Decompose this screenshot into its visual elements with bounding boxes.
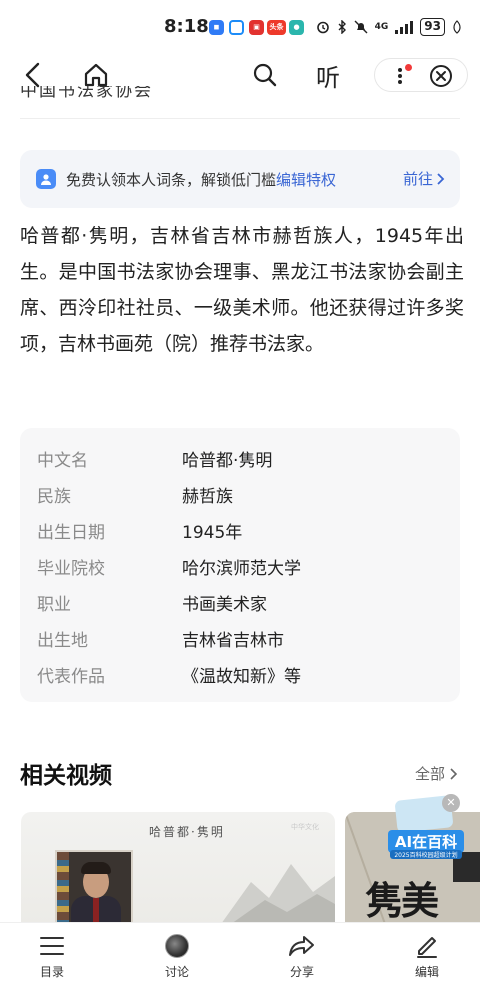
listen-button[interactable]: 听 xyxy=(309,56,347,94)
bluetooth-icon xyxy=(338,20,346,34)
video-thumbnail-portrait xyxy=(55,850,133,924)
status-indicators: 4G 93 xyxy=(316,18,462,36)
related-videos-title: 相关视频 xyxy=(20,763,112,789)
app-notification-icon: ◼ xyxy=(209,20,224,35)
info-key: 代表作品 xyxy=(37,667,105,687)
info-value: 哈普都·隽明 xyxy=(182,451,273,471)
info-key: 毕业院校 xyxy=(37,559,105,579)
info-key: 出生日期 xyxy=(37,523,105,543)
capsule-menu xyxy=(374,58,468,92)
alarm-icon xyxy=(316,21,329,34)
info-value: 《温故知新》等 xyxy=(182,667,301,687)
claim-entry-banner[interactable]: 免费认领本人词条，解锁低门槛 编辑特权 前往 xyxy=(20,150,460,208)
share-label: 分享 xyxy=(289,965,314,979)
info-key: 中文名 xyxy=(37,451,88,471)
home-icon xyxy=(84,63,108,87)
discussion-label: 讨论 xyxy=(164,965,189,979)
discussion-button[interactable]: 讨论 xyxy=(137,931,217,980)
ink-mountain-decoration xyxy=(221,864,335,924)
more-menu-button[interactable] xyxy=(389,64,412,88)
ai-baike-promo[interactable]: ✕ AI在百科 2025百科校园超级计划 xyxy=(388,794,464,866)
battery-indicator: 93 xyxy=(420,18,445,36)
info-value: 书画美术家 xyxy=(182,595,267,615)
video-caption: 隽美 xyxy=(365,878,439,923)
mute-icon xyxy=(354,20,368,34)
banner-go-link[interactable]: 前往 xyxy=(403,168,446,189)
video-watermark: 中华文化 xyxy=(291,823,319,831)
status-time: 8:18 xyxy=(164,16,209,37)
network-type: 4G xyxy=(374,22,389,32)
info-value: 赫哲族 xyxy=(182,487,233,507)
menu-icon xyxy=(40,937,64,955)
avatar-icon xyxy=(165,934,189,958)
signal-icon xyxy=(395,21,414,34)
back-arrow-icon xyxy=(25,62,40,88)
close-circle-icon xyxy=(430,65,452,87)
info-row: 出生地 吉林省吉林市 xyxy=(20,620,460,656)
share-icon xyxy=(289,936,314,956)
listen-label: 听 xyxy=(316,63,340,92)
info-key: 职业 xyxy=(37,595,71,615)
all-label: 全部 xyxy=(414,765,445,783)
info-row: 中文名 哈普都·隽明 xyxy=(20,440,460,476)
chevron-right-icon xyxy=(450,767,458,780)
app-notification-icon: ▣ xyxy=(249,20,264,35)
summary-paragraph: 哈普都·隽明，吉林省吉林市赫哲族人，1945年出生。是中国书法家协会理事、黑龙江… xyxy=(20,225,464,355)
info-value: 吉林省吉林市 xyxy=(182,631,284,651)
person-icon xyxy=(36,169,56,189)
search-icon xyxy=(253,63,277,87)
app-notification-icon: ● xyxy=(289,20,304,35)
bottom-toolbar: 目录 讨论 分享 编辑 xyxy=(0,922,480,990)
info-key: 出生地 xyxy=(37,631,88,651)
toc-label: 目录 xyxy=(39,965,64,979)
promo-close-icon[interactable]: ✕ xyxy=(442,794,460,812)
info-value: 1945年 xyxy=(182,523,243,543)
related-videos-all-link[interactable]: 全部 xyxy=(415,763,458,784)
info-row: 毕业院校 哈尔滨师范大学 xyxy=(20,548,460,584)
info-row: 代表作品 《温故知新》等 xyxy=(20,656,460,692)
banner-go-label: 前往 xyxy=(402,170,433,188)
banner-text: 免费认领本人词条，解锁低门槛 xyxy=(66,170,277,189)
basic-info-box: 中文名 哈普都·隽明 民族 赫哲族 出生日期 1945年 毕业院校 哈尔滨师范大学 职业… xyxy=(20,428,460,702)
share-button[interactable]: 分享 xyxy=(262,931,342,980)
info-row: 民族 赫哲族 xyxy=(20,476,460,512)
info-row: 职业 书画美术家 xyxy=(20,584,460,620)
toutiao-icon: 头条 xyxy=(267,20,286,35)
promo-sublabel: 2025百科校园超级计划 xyxy=(390,850,462,859)
edit-label: 编辑 xyxy=(414,965,439,979)
notification-dot xyxy=(405,64,412,71)
close-button[interactable] xyxy=(429,64,455,88)
edit-button[interactable]: 编辑 xyxy=(387,931,467,980)
leaf-icon xyxy=(453,20,461,34)
info-row: 出生日期 1945年 xyxy=(20,512,460,548)
video-card[interactable]: 哈普都·隽明 中华文化 xyxy=(21,812,335,924)
status-bar: 8:18 ◼ ▣ 头条 ● 4G 93 xyxy=(0,0,480,50)
chevron-right-icon xyxy=(437,172,445,185)
banner-highlight: 编辑特权 xyxy=(276,170,337,189)
divider xyxy=(20,118,460,119)
info-value: 哈尔滨师范大学 xyxy=(182,559,301,579)
search-button[interactable] xyxy=(246,56,284,94)
toc-button[interactable]: 目录 xyxy=(12,931,92,980)
edit-icon xyxy=(417,937,437,958)
app-notification-icon xyxy=(229,20,244,35)
scrolled-text-fragment: 中国书法家协会 xyxy=(20,86,153,101)
video-caption: 哈普都·隽明 xyxy=(149,825,225,839)
info-key: 民族 xyxy=(37,487,71,507)
